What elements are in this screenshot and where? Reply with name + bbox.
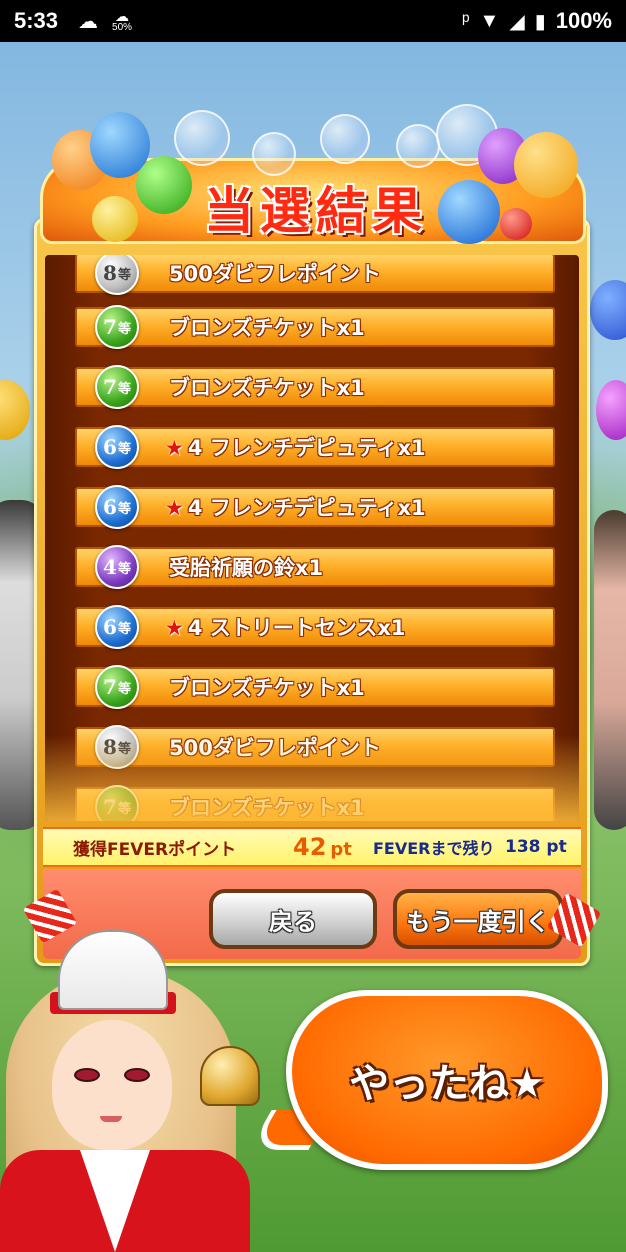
- rank-badge: 7等: [95, 305, 139, 349]
- bubble-decoration: [252, 132, 296, 176]
- background-spectator: [594, 510, 626, 830]
- character-eye: [124, 1068, 150, 1082]
- fever-points-label: 獲得FEVERポイント: [73, 839, 237, 860]
- prize-label: ブロンズチケットx1: [169, 676, 365, 700]
- draw-again-button[interactable]: もう一度引く: [393, 889, 563, 949]
- rank-badge: 7等: [95, 365, 139, 409]
- rank-badge: 8等: [95, 255, 139, 295]
- fever-remaining-label: FEVERまで残り: [373, 839, 495, 858]
- data-saver-indicator: ☁ 50%: [112, 9, 132, 33]
- prize-row: 8等 500ダビフレポイント: [75, 255, 555, 295]
- nfc-icon: ᵖ: [461, 9, 470, 32]
- fever-remaining-value: 138 pt: [505, 837, 567, 857]
- wifi-icon: ▼: [479, 9, 500, 32]
- character-mouth: [100, 1116, 122, 1122]
- prize-label: ブロンズチケットx1: [169, 316, 365, 340]
- speech-bubble: やったね★: [286, 990, 608, 1170]
- prize-label: ★ 4 フレンチデピュティx1: [165, 496, 426, 520]
- fever-points-bar: 獲得FEVERポイント 42 pt FEVERまで残り 138 pt: [43, 827, 581, 867]
- balloon-decoration: [438, 180, 500, 244]
- character-face: [52, 1020, 172, 1150]
- cloud-icon: ☁: [115, 8, 130, 24]
- partly-cloudy-icon: ☁: [78, 10, 99, 33]
- prize-row: 8等 500ダビフレポイント: [75, 725, 555, 769]
- character-eye: [74, 1068, 100, 1082]
- prize-row: 7等 ブロンズチケットx1: [75, 305, 555, 349]
- balloon-decoration: [92, 196, 138, 242]
- prize-row: 7等 ブロンズチケットx1: [75, 785, 555, 821]
- prize-row: 7等 ブロンズチケットx1: [75, 665, 555, 709]
- bubble-decoration: [396, 124, 440, 168]
- rank-badge: 8等: [95, 725, 139, 769]
- character-illustration: [0, 930, 290, 1252]
- prize-label: 500ダビフレポイント: [169, 736, 381, 760]
- status-icons: ᵖ ▼ ◢ ▮ 100%: [462, 8, 612, 34]
- status-bar: 5:33 ☁ ☁ 50% ᵖ ▼ ◢ ▮ 100%: [0, 0, 626, 42]
- prize-row: 6等 ★ 4 ストリートセンスx1: [75, 605, 555, 649]
- prize-row: 4等 受胎祈願の鈴x1: [75, 545, 555, 589]
- rank-badge: 7等: [95, 785, 139, 821]
- rank-badge: 6等: [95, 605, 139, 649]
- rank-badge: 4等: [95, 545, 139, 589]
- result-panel: 8等 500ダビフレポイント 7等 ブロンズチケットx1 7等 ブロンズチケット…: [34, 218, 590, 966]
- bell-icon: [200, 1046, 260, 1106]
- prize-label: 500ダビフレポイント: [169, 262, 381, 286]
- balloon-decoration: [514, 132, 578, 198]
- balloon-decoration: [500, 208, 532, 240]
- signal-icon: ◢: [509, 10, 525, 33]
- bubble-decoration: [174, 110, 230, 166]
- rank-badge: 6等: [95, 485, 139, 529]
- prize-label: 受胎祈願の鈴x1: [169, 556, 324, 580]
- prize-label: ★ 4 フレンチデピュティx1: [165, 436, 426, 460]
- character-hat: [58, 930, 168, 1010]
- status-time: 5:33: [14, 8, 59, 33]
- bubble-decoration: [320, 114, 370, 164]
- fever-points-value: 42 pt: [293, 833, 352, 861]
- prize-label: ブロンズチケットx1: [169, 376, 365, 400]
- battery-icon: ▮: [534, 10, 546, 33]
- rank-badge: 6等: [95, 425, 139, 469]
- prize-list[interactable]: 8等 500ダビフレポイント 7等 ブロンズチケットx1 7等 ブロンズチケット…: [45, 255, 579, 821]
- prize-row: 6等 ★ 4 フレンチデピュティx1: [75, 425, 555, 469]
- speech-text: やったね★: [349, 1061, 545, 1107]
- prize-label: ★ 4 ストリートセンスx1: [165, 616, 406, 640]
- prize-label: ブロンズチケットx1: [169, 796, 365, 820]
- battery-percent: 100%: [555, 8, 612, 33]
- rank-badge: 7等: [95, 665, 139, 709]
- prize-row: 6等 ★ 4 フレンチデピュティx1: [75, 485, 555, 529]
- data-saver-percent: 50%: [112, 22, 133, 33]
- balloon-decoration: [136, 156, 192, 214]
- prize-row: 7等 ブロンズチケットx1: [75, 365, 555, 409]
